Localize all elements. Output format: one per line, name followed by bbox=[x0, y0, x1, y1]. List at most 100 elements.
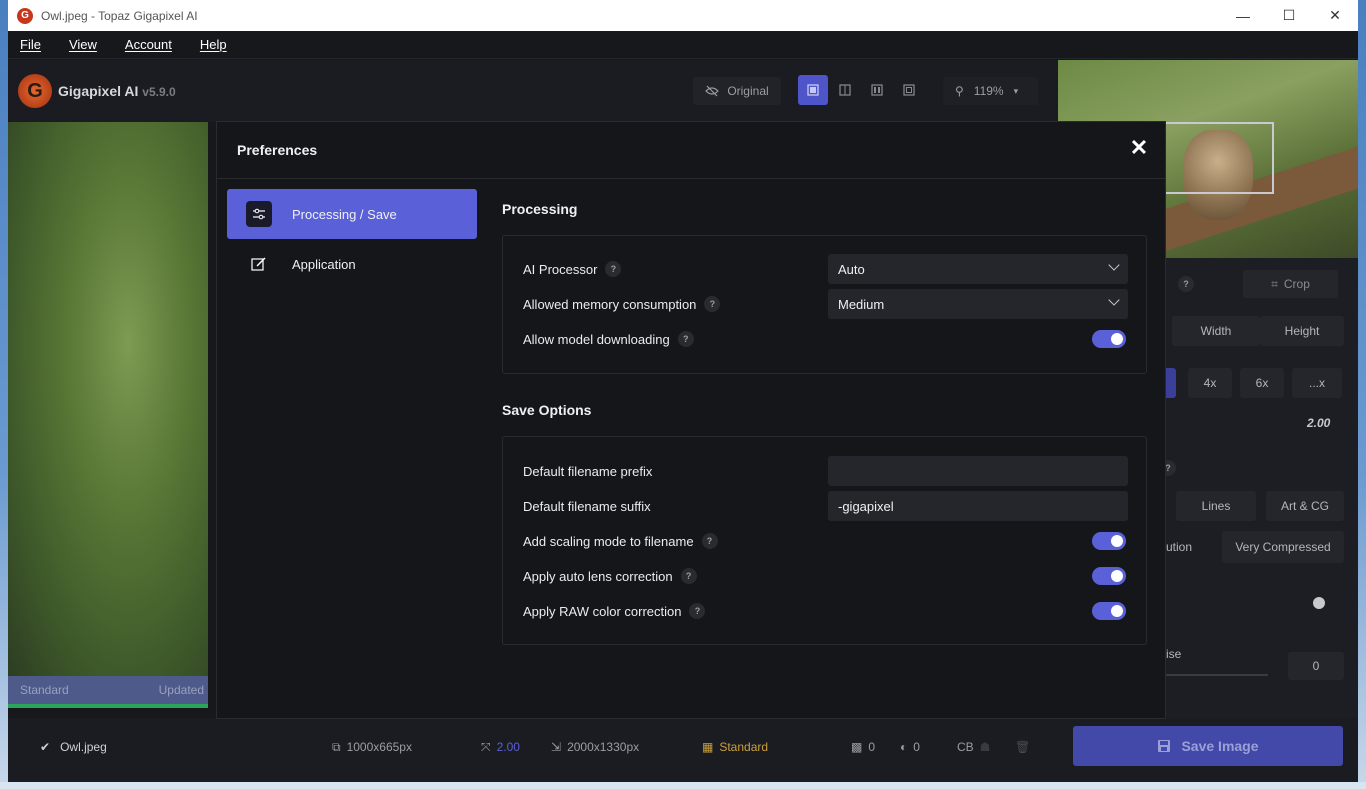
preferences-dialog: Preferences ✕ Processing / Save Applicat… bbox=[216, 121, 1166, 719]
scale-6x-button[interactable]: 6x bbox=[1240, 368, 1284, 398]
original-toggle-button[interactable]: Original bbox=[693, 77, 781, 105]
dialog-divider bbox=[217, 178, 1165, 179]
height-tab[interactable]: Height bbox=[1260, 316, 1344, 346]
preview-status-bar: Standard Updated bbox=[8, 676, 208, 704]
noise-icon: ▩ bbox=[851, 740, 863, 754]
help-icon[interactable]: ? bbox=[1178, 276, 1194, 292]
single-view-icon bbox=[807, 84, 819, 96]
prefix-input[interactable] bbox=[828, 456, 1128, 486]
help-icon[interactable]: ? bbox=[680, 568, 697, 584]
eye-off-icon bbox=[705, 85, 720, 97]
compression-fragment: ution bbox=[1166, 540, 1193, 554]
side-by-side-icon bbox=[871, 84, 883, 96]
preview-progress-bar bbox=[8, 704, 208, 708]
model-art-cg-button[interactable]: Art & CG bbox=[1266, 491, 1344, 521]
topaz-app-icon: G bbox=[17, 7, 33, 24]
suffix-label: Default filename suffix bbox=[523, 498, 651, 514]
nav-application[interactable]: Application bbox=[227, 239, 477, 289]
scale-custom-button[interactable]: ...x bbox=[1292, 368, 1342, 398]
chevron-down-icon: ▾ bbox=[1013, 85, 1019, 96]
model-indicator: ▦ Standard bbox=[702, 740, 769, 754]
navigator-frame[interactable] bbox=[1156, 122, 1274, 194]
nav-label: Processing / Save bbox=[292, 206, 397, 222]
chevron-down-icon bbox=[1108, 294, 1120, 306]
title-bar: G Owl.jpeg - Topaz Gigapixel AI — ☐ ✕ bbox=[8, 0, 1358, 31]
noise-indicator: ▩ 0 bbox=[851, 740, 876, 754]
scale-4x-button[interactable]: 4x bbox=[1188, 368, 1232, 398]
output-size-icon: ⇲ bbox=[551, 740, 562, 754]
blur-icon: ◐ bbox=[900, 740, 908, 754]
raw-color-label: Apply RAW color correction bbox=[523, 603, 682, 619]
noise-slider[interactable] bbox=[1158, 674, 1268, 676]
noise-value-field[interactable]: 0 bbox=[1288, 652, 1344, 680]
app-window: G Owl.jpeg - Topaz Gigapixel AI — ☐ ✕ Fi… bbox=[8, 0, 1358, 782]
version-label: v5.9.0 bbox=[142, 85, 176, 99]
zoom-icon: ⚲ bbox=[955, 84, 964, 98]
lens-correction-row: Apply auto lens correction? bbox=[523, 561, 1126, 591]
image-size-icon: ⧉ bbox=[332, 739, 341, 754]
help-icon[interactable]: ? bbox=[677, 331, 694, 347]
grid-view-button[interactable] bbox=[894, 75, 924, 105]
close-dialog-button[interactable]: ✕ bbox=[1129, 137, 1149, 159]
raw-color-toggle[interactable] bbox=[1092, 602, 1126, 620]
side-by-side-button[interactable] bbox=[862, 75, 892, 105]
very-compressed-button[interactable]: Very Compressed bbox=[1222, 531, 1344, 563]
chevron-down-icon bbox=[1108, 259, 1120, 271]
image-preview-left[interactable] bbox=[8, 122, 208, 676]
zoom-control[interactable]: ⚲ 119% ▾ bbox=[943, 77, 1038, 105]
help-icon[interactable]: ? bbox=[689, 603, 706, 619]
nav-processing-save[interactable]: Processing / Save bbox=[227, 189, 477, 239]
model-download-label: Allow model downloading bbox=[523, 331, 670, 347]
app-edit-icon bbox=[246, 251, 272, 277]
save-image-button[interactable]: Save Image bbox=[1073, 726, 1343, 766]
noise-fragment: ise bbox=[1166, 647, 1182, 661]
preview-updated-label: Updated bbox=[158, 683, 204, 697]
menu-help[interactable]: Help bbox=[200, 37, 227, 52]
model-lines-button[interactable]: Lines bbox=[1176, 491, 1256, 521]
suffix-row: Default filename suffix bbox=[523, 491, 1128, 521]
face-icon: ☗ bbox=[979, 740, 991, 754]
help-icon[interactable]: ? bbox=[701, 533, 718, 549]
close-window-button[interactable]: ✕ bbox=[1312, 0, 1358, 31]
zoom-value: 119% bbox=[973, 84, 1004, 98]
raw-color-row: Apply RAW color correction? bbox=[523, 596, 1126, 626]
menu-file[interactable]: File bbox=[20, 37, 41, 52]
suffix-input[interactable] bbox=[828, 491, 1128, 521]
menu-account[interactable]: Account bbox=[125, 37, 172, 52]
menu-view[interactable]: View bbox=[69, 37, 97, 52]
maximize-button[interactable]: ☐ bbox=[1266, 0, 1312, 31]
right-settings-panel: e ? ⌗ Crop Width Height 4x 6x ...x 2.00 … bbox=[1158, 258, 1358, 718]
width-tab[interactable]: Width bbox=[1172, 316, 1260, 346]
scaling-mode-toggle[interactable] bbox=[1092, 532, 1126, 550]
help-icon[interactable]: ? bbox=[605, 261, 622, 277]
prefix-row: Default filename prefix bbox=[523, 456, 1128, 486]
lens-correction-toggle[interactable] bbox=[1092, 567, 1126, 585]
scale-indicator: ⤧ 2.00 bbox=[481, 739, 520, 755]
save-options-heading: Save Options bbox=[502, 402, 592, 418]
delete-button[interactable]: 🗑 bbox=[1015, 738, 1030, 756]
model-download-toggle[interactable] bbox=[1092, 330, 1126, 348]
floppy-disk-icon bbox=[1158, 740, 1171, 752]
model-download-row: Allow model downloading? bbox=[523, 324, 1126, 354]
view-mode-group bbox=[798, 75, 924, 105]
memory-select[interactable]: Medium bbox=[828, 289, 1128, 319]
minimize-button[interactable]: — bbox=[1220, 0, 1266, 31]
single-view-button[interactable] bbox=[798, 75, 828, 105]
grid-view-icon bbox=[903, 84, 915, 96]
toggle-knob[interactable] bbox=[1313, 597, 1325, 609]
lens-correction-label: Apply auto lens correction bbox=[523, 568, 673, 584]
gigapixel-logo-icon: G bbox=[18, 74, 52, 108]
ai-processor-select[interactable]: Auto bbox=[828, 254, 1128, 284]
taskbar-strip bbox=[0, 782, 1366, 789]
help-icon[interactable]: ? bbox=[704, 296, 721, 312]
original-label: Original bbox=[727, 84, 769, 98]
file-entry[interactable]: ✔ Owl.jpeg bbox=[40, 738, 107, 756]
crop-button[interactable]: ⌗ Crop bbox=[1243, 270, 1338, 298]
source-size: ⧉ 1000x665px bbox=[332, 739, 412, 755]
split-view-button[interactable] bbox=[830, 75, 860, 105]
check-icon: ✔ bbox=[40, 740, 51, 754]
ai-processor-label: AI Processor bbox=[523, 261, 598, 277]
scaling-mode-label: Add scaling mode to filename bbox=[523, 533, 694, 549]
sliders-icon bbox=[246, 201, 272, 227]
memory-row: Allowed memory consumption? Medium bbox=[523, 289, 1128, 319]
